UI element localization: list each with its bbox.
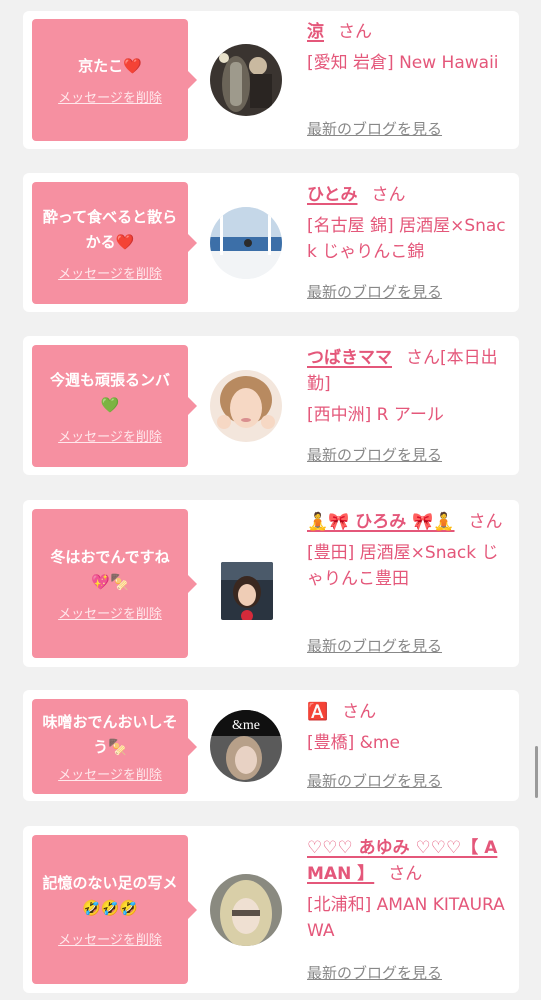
shop-info: [西中洲] R アール <box>307 405 444 425</box>
latest-blog-link[interactable]: 最新のブログを見る <box>307 635 442 656</box>
message-bubble: 今週も頑張るンバ💚 メッセージを削除 <box>32 345 197 467</box>
sender-name-link[interactable]: ひとみ <box>307 185 358 205</box>
sender-name-line: 🧘🎀 ひろみ 🎀🧘 さん <box>307 509 507 535</box>
delete-message-link[interactable]: メッセージを削除 <box>58 764 162 783</box>
sender-name-line: ♡♡♡ あゆみ ♡♡♡【 AMAN 】さん <box>307 835 507 887</box>
message-card: 今週も頑張るンバ💚 メッセージを削除 つばきママ さん[本日出勤] [西中洲] R… <box>23 336 519 475</box>
honorific: さん <box>468 512 503 532</box>
message-text: 今週も頑張るンバ💚 <box>49 370 170 414</box>
sender-info: つばきママ さん[本日出勤] [西中洲] R アール <box>307 345 507 428</box>
avatar[interactable] <box>221 562 273 620</box>
shop-info: [北浦和] AMAN KITAURAWA <box>307 895 505 941</box>
shop-info: [豊田] 居酒屋×Snack じゃりんこ豊田 <box>307 543 499 589</box>
sender-name-line: 🅰️ さん <box>307 699 507 725</box>
message-bubble: 記憶のない足の写メ🤣🤣🤣 メッセージを削除 <box>32 835 197 984</box>
honorific: さん <box>388 864 423 884</box>
sender-info: 🧘🎀 ひろみ 🎀🧘 さん [豊田] 居酒屋×Snack じゃりんこ豊田 <box>307 509 507 592</box>
honorific: さん <box>342 702 377 722</box>
latest-blog-link[interactable]: 最新のブログを見る <box>307 770 442 791</box>
sender-name-line: 涼さん <box>307 19 507 45</box>
avatar[interactable]: &me <box>210 710 282 782</box>
message-card: 味噌おでんおいしそう🍢 メッセージを削除 &me 🅰️ さん [豊橋] &me 最… <box>23 690 519 801</box>
avatar[interactable] <box>210 370 282 442</box>
message-bubble: 味噌おでんおいしそう🍢 メッセージを削除 <box>32 699 197 794</box>
sender-name-link[interactable]: 🅰️ <box>307 702 328 722</box>
message-card: 京たこ❤️ メッセージを削除 涼さん [愛知 岩倉] New Hawaii 最新… <box>23 11 519 149</box>
latest-blog-link[interactable]: 最新のブログを見る <box>307 281 442 302</box>
latest-blog-link[interactable]: 最新のブログを見る <box>307 118 442 139</box>
shop-info: [名古屋 錦] 居酒屋×Snack じゃりんこ錦 <box>307 216 506 262</box>
delete-message-link[interactable]: メッセージを削除 <box>58 929 162 948</box>
avatar-photo-icon <box>210 874 282 946</box>
avatar-photo-icon <box>221 562 273 620</box>
message-bubble: 京たこ❤️ メッセージを削除 <box>32 19 197 141</box>
delete-message-link[interactable]: メッセージを削除 <box>58 426 162 445</box>
message-text: 記憶のない足の写メ🤣🤣🤣 <box>42 874 178 917</box>
message-text: 冬はおでんですね💖🍢 <box>50 548 170 591</box>
message-card: 冬はおでんですね💖🍢 メッセージを削除 🧘🎀 ひろみ 🎀🧘 さん [豊田] 居酒屋… <box>23 500 519 667</box>
latest-blog-link[interactable]: 最新のブログを見る <box>307 444 442 465</box>
message-card: 酔って食べると散らかる❤️ メッセージを削除 ひとみ さん [名古屋 錦] 居酒屋… <box>23 173 519 312</box>
avatar[interactable] <box>210 874 282 946</box>
sender-name-link[interactable]: 🧘🎀 ひろみ 🎀🧘 <box>307 512 455 532</box>
avatar-caption: &me <box>232 718 260 733</box>
shop-info: [愛知 岩倉] New Hawaii <box>307 53 499 73</box>
message-text: 酔って食べると散らかる❤️ <box>42 207 178 251</box>
avatar[interactable] <box>210 207 282 279</box>
sender-info: ♡♡♡ あゆみ ♡♡♡【 AMAN 】さん [北浦和] AMAN KITAURA… <box>307 835 507 944</box>
delete-message-link[interactable]: メッセージを削除 <box>58 87 162 106</box>
avatar-photo-icon: &me <box>210 710 282 782</box>
message-text: 味噌おでんおいしそう🍢 <box>42 713 178 756</box>
avatar-photo-icon <box>210 370 282 442</box>
scrollbar-thumb[interactable] <box>535 746 538 798</box>
sender-info: ひとみ さん [名古屋 錦] 居酒屋×Snack じゃりんこ錦 <box>307 182 507 265</box>
sender-name-link[interactable]: 涼 <box>307 22 324 42</box>
sender-info: 涼さん [愛知 岩倉] New Hawaii <box>307 19 507 76</box>
latest-blog-link[interactable]: 最新のブログを見る <box>307 962 442 983</box>
message-text: 京たこ❤️ <box>78 57 142 75</box>
delete-message-link[interactable]: メッセージを削除 <box>58 263 162 282</box>
avatar[interactable] <box>210 44 282 116</box>
avatar-photo-icon <box>210 44 282 116</box>
sender-name-line: つばきママ さん[本日出勤] <box>307 345 507 397</box>
message-card: 記憶のない足の写メ🤣🤣🤣 メッセージを削除 ♡♡♡ あゆみ ♡♡♡【 AMAN … <box>23 826 519 993</box>
shop-info: [豊橋] &me <box>307 733 400 753</box>
honorific: さん <box>371 185 406 205</box>
avatar-photo-icon <box>210 207 282 279</box>
sender-name-link[interactable]: つばきママ <box>307 348 392 368</box>
delete-message-link[interactable]: メッセージを削除 <box>58 603 162 622</box>
message-bubble: 冬はおでんですね💖🍢 メッセージを削除 <box>32 509 197 658</box>
sender-info: 🅰️ さん [豊橋] &me <box>307 699 507 756</box>
message-bubble: 酔って食べると散らかる❤️ メッセージを削除 <box>32 182 197 304</box>
honorific: さん <box>338 22 372 42</box>
sender-name-line: ひとみ さん <box>307 182 507 208</box>
